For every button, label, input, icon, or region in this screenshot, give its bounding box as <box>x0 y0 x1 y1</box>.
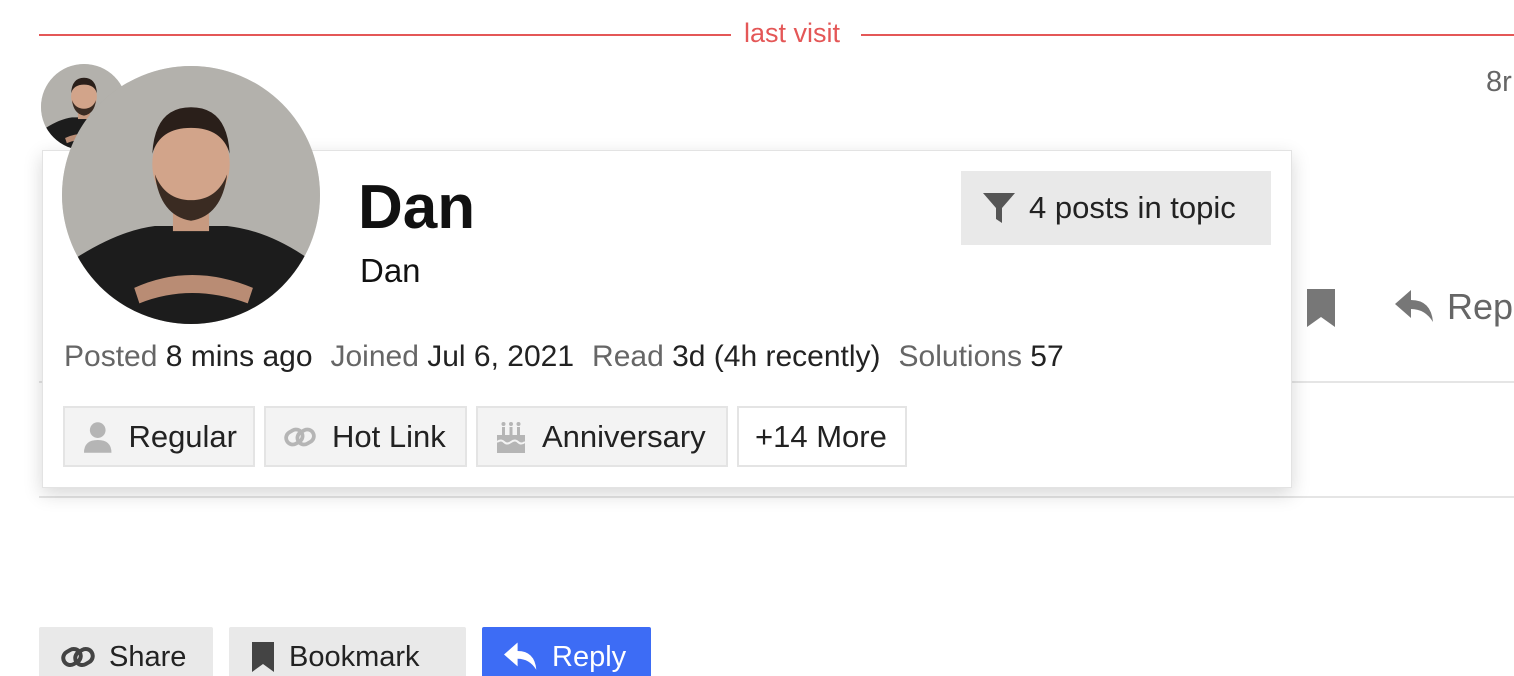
bookmark-icon <box>252 642 274 672</box>
user-card-username[interactable]: Dan <box>358 172 475 243</box>
meta-value: 3d (4h recently) <box>672 340 881 373</box>
post-time[interactable]: 8r <box>1486 66 1512 99</box>
meta-joined: Joined Jul 6, 2021 <box>331 340 575 374</box>
meta-label: Read <box>592 340 664 373</box>
last-visit-label: last visit <box>744 18 841 48</box>
post-reply-label: Repl <box>1447 286 1514 327</box>
user-card-meta: Posted 8 mins ago Joined Jul 6, 2021 Rea… <box>64 340 1064 374</box>
reply-icon <box>1395 290 1433 322</box>
reply-button[interactable]: Reply <box>482 627 651 676</box>
filter-posts-label: 4 posts in topic <box>1029 190 1236 225</box>
user-card-badges: Regular Hot Link Anniversary +14 More <box>63 406 907 467</box>
badge-label: Hot Link <box>332 418 446 454</box>
post-reply-button[interactable]: Repl <box>1395 286 1514 328</box>
badge-regular[interactable]: Regular <box>63 406 255 467</box>
bookmark-label: Bookmark <box>289 640 420 673</box>
cake-icon <box>496 421 526 453</box>
bookmark-button[interactable]: Bookmark <box>229 627 466 676</box>
meta-read: Read 3d (4h recently) <box>592 340 881 374</box>
meta-label: Joined <box>330 340 419 373</box>
share-label: Share <box>109 640 187 673</box>
meta-value: 8 mins ago <box>165 340 313 373</box>
meta-posted: Posted 8 mins ago <box>64 340 313 374</box>
meta-value: Jul 6, 2021 <box>427 340 575 373</box>
badge-label: Regular <box>128 418 237 454</box>
link-icon <box>61 647 95 667</box>
badge-label: Anniversary <box>542 418 706 454</box>
user-icon <box>83 421 112 453</box>
meta-solutions: Solutions 57 <box>899 340 1064 374</box>
meta-label: Solutions <box>898 340 1022 373</box>
last-visit-divider: last visit <box>39 18 1514 52</box>
more-badges-button[interactable]: +14 More <box>737 406 907 467</box>
filter-icon <box>983 193 1015 223</box>
meta-label: Posted <box>64 340 158 373</box>
user-card-full-name: Dan <box>360 252 421 289</box>
link-icon <box>284 427 316 446</box>
more-badges-label: +14 More <box>755 418 887 454</box>
reply-label: Reply <box>552 640 627 673</box>
divider-line-right <box>861 34 1514 36</box>
badge-hot-link[interactable]: Hot Link <box>264 406 467 467</box>
user-card-avatar[interactable] <box>62 66 320 324</box>
reply-icon <box>504 642 537 670</box>
badge-anniversary[interactable]: Anniversary <box>476 406 728 467</box>
divider-line-left <box>39 34 731 36</box>
meta-value: 57 <box>1030 340 1064 373</box>
filter-posts-button[interactable]: 4 posts in topic <box>961 171 1271 245</box>
share-button[interactable]: Share <box>39 627 213 676</box>
post-separator-bottom <box>39 496 1514 498</box>
bookmark-icon[interactable] <box>1305 289 1337 327</box>
